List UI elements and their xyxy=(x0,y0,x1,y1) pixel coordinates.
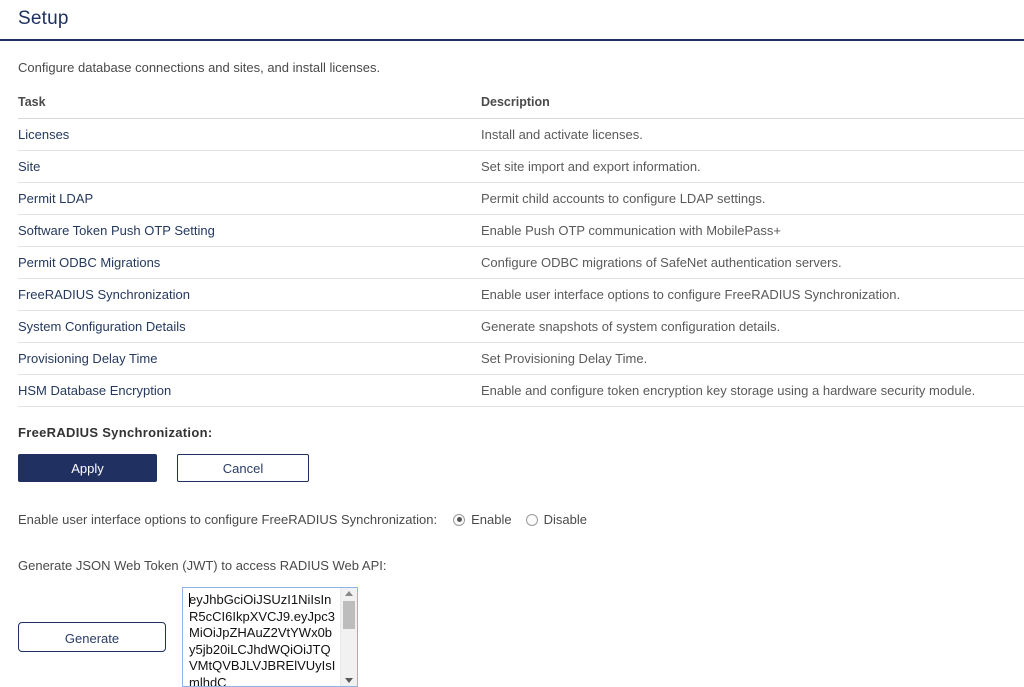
radio-disable-icon[interactable] xyxy=(526,514,538,526)
table-row: System Configuration Details Generate sn… xyxy=(18,311,1024,343)
jwt-token-value[interactable]: eyJhbGciOiJSUzI1NiIsInR5cCI6IkpXVCJ9.eyJ… xyxy=(183,588,340,686)
task-link-hsm-database-encryption[interactable]: HSM Database Encryption xyxy=(18,383,171,398)
table-cell-task: HSM Database Encryption xyxy=(18,375,481,407)
generate-button[interactable]: Generate xyxy=(18,622,166,652)
action-button-row: Apply Cancel xyxy=(18,454,1024,482)
table-cell-description: Permit child accounts to configure LDAP … xyxy=(481,183,1024,215)
table-row: FreeRADIUS Synchronization Enable user i… xyxy=(18,279,1024,311)
enable-ui-options-label: Enable user interface options to configu… xyxy=(18,512,437,527)
table-cell-task: Software Token Push OTP Setting xyxy=(18,215,481,247)
task-link-permit-odbc-migrations[interactable]: Permit ODBC Migrations xyxy=(18,255,160,270)
column-header-description: Description xyxy=(481,95,1024,119)
page-description: Configure database connections and sites… xyxy=(18,60,1024,76)
table-row: Provisioning Delay Time Set Provisioning… xyxy=(18,343,1024,375)
enable-ui-options-row: Enable user interface options to configu… xyxy=(18,512,1024,527)
table-cell-description: Configure ODBC migrations of SafeNet aut… xyxy=(481,247,1024,279)
radio-enable-icon[interactable] xyxy=(453,514,465,526)
table-row: Software Token Push OTP Setting Enable P… xyxy=(18,215,1024,247)
table-row: Licenses Install and activate licenses. xyxy=(18,119,1024,151)
task-link-software-token-push-otp-setting[interactable]: Software Token Push OTP Setting xyxy=(18,223,215,238)
table-header-row: Task Description xyxy=(18,95,1024,119)
scroll-down-arrow-icon[interactable] xyxy=(345,678,353,683)
jwt-section-label: Generate JSON Web Token (JWT) to access … xyxy=(18,558,1024,573)
table-cell-description: Set site import and export information. xyxy=(481,151,1024,183)
table-cell-task: Provisioning Delay Time xyxy=(18,343,481,375)
apply-button[interactable]: Apply xyxy=(18,454,157,482)
radio-option-enable[interactable]: Enable xyxy=(453,512,511,527)
task-link-provisioning-delay-time[interactable]: Provisioning Delay Time xyxy=(18,351,157,366)
table-row: HSM Database Encryption Enable and confi… xyxy=(18,375,1024,407)
page-header: Setup xyxy=(0,0,1024,41)
table-cell-task: Permit ODBC Migrations xyxy=(18,247,481,279)
task-link-site[interactable]: Site xyxy=(18,159,40,174)
table-cell-description: Enable user interface options to configu… xyxy=(481,279,1024,311)
table-header: Task Description xyxy=(18,95,1024,119)
table-cell-task: Permit LDAP xyxy=(18,183,481,215)
setup-task-table: Task Description Licenses Install and ac… xyxy=(18,95,1024,407)
table-cell-description: Enable and configure token encryption ke… xyxy=(481,375,1024,407)
table-cell-task: Licenses xyxy=(18,119,481,151)
task-link-system-configuration-details[interactable]: System Configuration Details xyxy=(18,319,186,334)
cancel-button[interactable]: Cancel xyxy=(177,454,309,482)
scrollbar-thumb[interactable] xyxy=(343,601,355,629)
radio-option-disable[interactable]: Disable xyxy=(526,512,587,527)
task-link-licenses[interactable]: Licenses xyxy=(18,127,69,142)
table-cell-description: Install and activate licenses. xyxy=(481,119,1024,151)
table-cell-description: Generate snapshots of system configurati… xyxy=(481,311,1024,343)
task-link-freeradius-synchronization[interactable]: FreeRADIUS Synchronization xyxy=(18,287,190,302)
table-cell-description: Set Provisioning Delay Time. xyxy=(481,343,1024,375)
radio-enable-label: Enable xyxy=(471,512,511,527)
column-header-task: Task xyxy=(18,95,481,119)
table-cell-description: Enable Push OTP communication with Mobil… xyxy=(481,215,1024,247)
radio-disable-label: Disable xyxy=(544,512,587,527)
table-cell-task: FreeRADIUS Synchronization xyxy=(18,279,481,311)
task-link-permit-ldap[interactable]: Permit LDAP xyxy=(18,191,93,206)
table-cell-task: System Configuration Details xyxy=(18,311,481,343)
section-title-freeradius-synchronization: FreeRADIUS Synchronization: xyxy=(18,425,1024,440)
jwt-token-field[interactable]: eyJhbGciOiJSUzI1NiIsInR5cCI6IkpXVCJ9.eyJ… xyxy=(182,587,358,687)
page-title: Setup xyxy=(18,8,1024,30)
table-row: Permit LDAP Permit child accounts to con… xyxy=(18,183,1024,215)
jwt-row: Generate eyJhbGciOiJSUzI1NiIsInR5cCI6Ikp… xyxy=(18,587,1024,687)
table-row: Permit ODBC Migrations Configure ODBC mi… xyxy=(18,247,1024,279)
jwt-scrollbar[interactable] xyxy=(340,588,357,686)
table-body: Licenses Install and activate licenses. … xyxy=(18,119,1024,407)
table-cell-task: Site xyxy=(18,151,481,183)
table-row: Site Set site import and export informat… xyxy=(18,151,1024,183)
text-caret xyxy=(189,593,190,607)
scroll-up-arrow-icon[interactable] xyxy=(345,591,353,596)
